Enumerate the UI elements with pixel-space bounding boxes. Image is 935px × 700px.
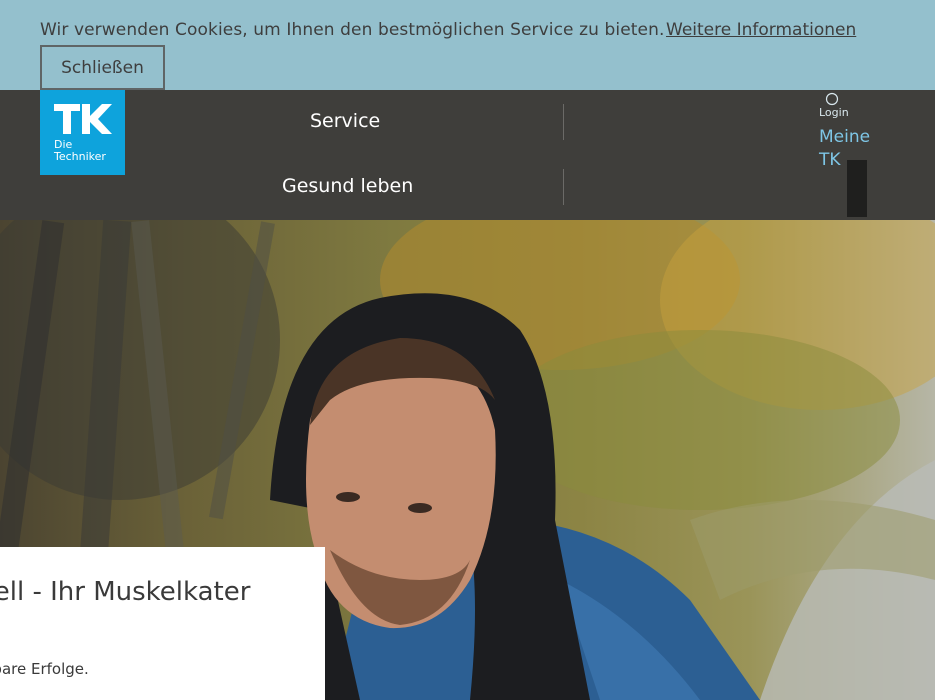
- header-dark-block: [847, 160, 867, 217]
- teaser-title: Schnell - Ihr Muskelkater: [0, 577, 251, 607]
- site-header: Die Techniker Service Gesund leben Login…: [0, 90, 935, 220]
- teaser-text: für Sie spürbare Erfolge.: [0, 660, 89, 678]
- login-label: Login: [819, 106, 849, 119]
- nav-item-gesund-leben[interactable]: Gesund leben: [282, 175, 413, 197]
- logo-text-techniker: Techniker: [54, 150, 106, 163]
- meine-tk-line1: Meine: [819, 127, 871, 147]
- cookie-more-info-link[interactable]: Weitere Informationen: [666, 20, 856, 40]
- nav-divider: [563, 169, 564, 205]
- nav-divider: [563, 104, 564, 140]
- hero-teaser-card[interactable]: Schnell - Ihr Muskelkater für Sie spürba…: [0, 547, 325, 700]
- nav-item-service[interactable]: Service: [310, 110, 380, 132]
- user-icon: [825, 92, 839, 106]
- cookie-banner: Wir verwenden Cookies, um Ihnen den best…: [0, 0, 935, 90]
- cookie-close-button[interactable]: Schließen: [40, 45, 165, 90]
- tk-logo[interactable]: Die Techniker: [40, 90, 125, 175]
- tk-logo-icon: [54, 104, 112, 134]
- cookie-message: Wir verwenden Cookies, um Ihnen den best…: [40, 20, 665, 40]
